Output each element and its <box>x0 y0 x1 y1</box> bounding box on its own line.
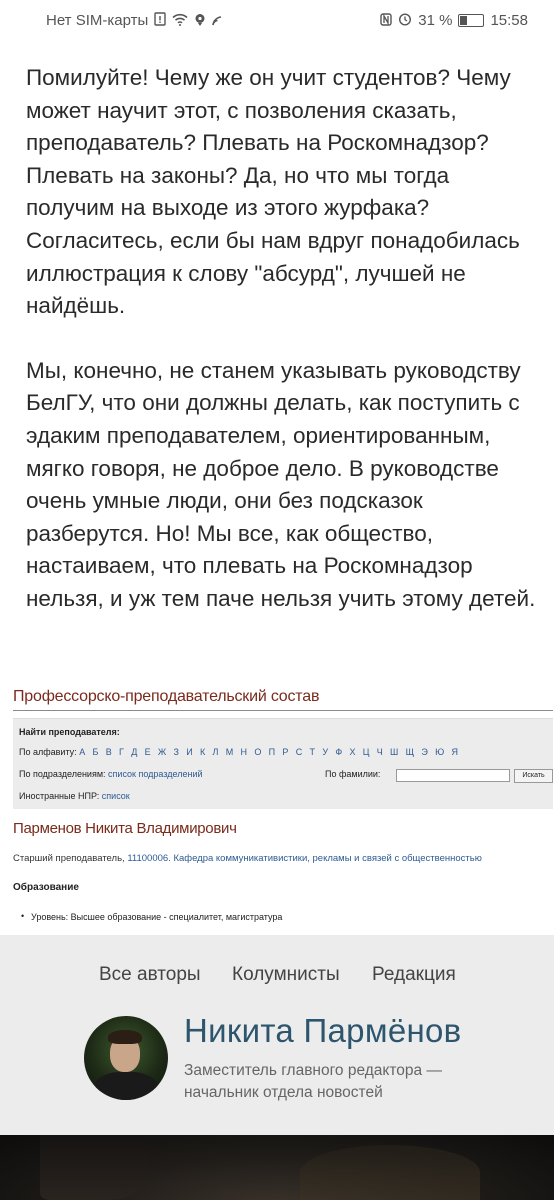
division-row: По подразделениям: список подразделений <box>19 769 203 779</box>
find-teacher-panel: Найти преподавателя: По алфавиту: А Б В … <box>13 718 553 809</box>
status-left: Нет SIM-карты <box>46 12 222 29</box>
division-label: По подразделениям: <box>19 769 106 779</box>
alphabet-row: По алфавиту: А Б В Г Д Е Ж З И К Л М Н О… <box>19 747 460 757</box>
hotspot-icon <box>194 13 206 29</box>
person-name: Парменов Никита Владимирович <box>13 820 237 837</box>
nfc-icon <box>380 12 392 29</box>
sim-alert-icon <box>154 12 166 29</box>
foreign-label: Иностранные НПР: <box>19 791 100 801</box>
embedded-screenshot: Профессорско-преподавательский состав На… <box>0 670 554 935</box>
nav-columnists[interactable]: Колумнисты <box>232 964 340 986</box>
alphabet-label: По алфавиту: <box>19 747 77 757</box>
title-divider <box>13 710 553 711</box>
author-name[interactable]: Никита Пармёнов <box>184 1012 461 1050</box>
division-list-link[interactable]: список подразделений <box>108 769 202 779</box>
article-paragraph: Мы, конечно, не станем указывать руковод… <box>26 357 536 611</box>
author-avatar <box>84 1016 168 1100</box>
author-role-line: Заместитель главного редактора — <box>184 1062 442 1079</box>
staff-page-title: Профессорско-преподавательский состав <box>13 688 320 705</box>
department-link[interactable]: 11100006. Кафедра коммуникативистики, ре… <box>127 853 482 864</box>
author-role: Заместитель главного редактора — начальн… <box>184 1060 484 1104</box>
find-heading: Найти преподавателя: <box>19 727 120 737</box>
education-heading: Образование <box>13 882 79 893</box>
wifi-icon <box>172 13 188 29</box>
person-position: Старший преподаватель, 11100006. Кафедра… <box>13 853 482 864</box>
position-prefix: Старший преподаватель, <box>13 853 125 864</box>
foreign-list-link[interactable]: список <box>102 791 130 801</box>
nav-editorial[interactable]: Редакция <box>372 964 456 986</box>
status-bar: Нет SIM-карты 31 % 15:58 <box>0 0 554 42</box>
foreign-row: Иностранные НПР: список <box>19 791 130 801</box>
article-photo <box>0 1135 554 1200</box>
clock: 15:58 <box>490 12 528 29</box>
surname-label: По фамилии: <box>325 769 381 779</box>
search-button[interactable]: Искать <box>514 769 553 783</box>
author-card: Все авторы Колумнисты Редакция Никита Па… <box>0 935 554 1135</box>
alphabet-links[interactable]: А Б В Г Д Е Ж З И К Л М Н О П Р С Т У Ф … <box>79 747 460 757</box>
article-paragraph: Помилуйте! Чему же он учит студентов? Че… <box>26 65 520 319</box>
battery-icon <box>458 14 485 27</box>
signal-icon <box>212 13 222 29</box>
status-right: 31 % 15:58 <box>380 12 528 29</box>
carrier-label: Нет SIM-карты <box>46 12 149 29</box>
author-role-line: начальник отдела новостей <box>184 1084 383 1101</box>
battery-percent: 31 % <box>418 12 453 29</box>
article-body: Помилуйте! Чему же он учит студентов? Че… <box>26 62 536 648</box>
education-item: Уровень: Высшее образование - специалите… <box>21 911 282 922</box>
nav-all-authors[interactable]: Все авторы <box>99 964 201 986</box>
surname-input[interactable] <box>396 769 510 782</box>
alarm-icon <box>398 12 412 29</box>
